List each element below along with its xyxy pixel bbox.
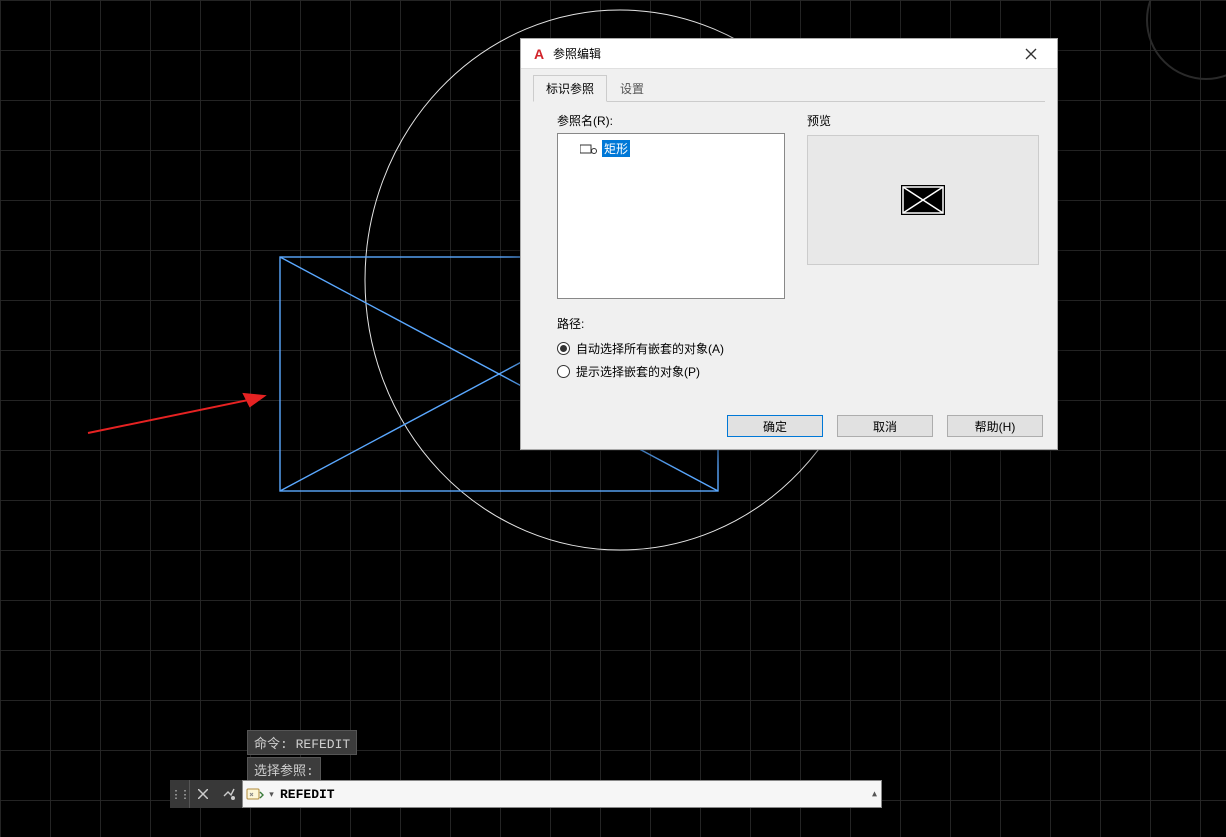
tab-settings[interactable]: 设置 [607, 75, 657, 102]
command-bar-drag-handle[interactable]: ⋮⋮ [170, 780, 190, 808]
tab-strip: 标识参照 设置 [521, 69, 1057, 102]
radio-prompt-label: 提示选择嵌套的对象(P) [576, 363, 700, 380]
radio-auto-label: 自动选择所有嵌套的对象(A) [576, 340, 724, 357]
close-button[interactable] [1011, 40, 1051, 68]
tree-item-rect[interactable]: 矩形 [564, 140, 778, 157]
command-history: 命令: REFEDIT 选择参照: [247, 730, 882, 784]
path-label: 路径: [521, 305, 1057, 340]
tree-item-label: 矩形 [602, 140, 630, 157]
ok-button[interactable]: 确定 [727, 415, 823, 437]
cancel-button[interactable]: 取消 [837, 415, 933, 437]
command-text: REFEDIT [276, 787, 881, 802]
history-line: 选择参照: [247, 757, 321, 782]
reference-tree[interactable]: 矩形 [557, 133, 785, 299]
command-prompt-icon [243, 781, 267, 807]
tab-identify-reference[interactable]: 标识参照 [533, 75, 607, 102]
command-customize-icon[interactable] [216, 780, 242, 808]
dialog-title: 参照编辑 [553, 45, 1011, 62]
block-icon [580, 142, 598, 156]
command-recent-dropdown-icon[interactable]: ▾ [267, 789, 276, 800]
dialog-titlebar[interactable]: A 参照编辑 [521, 39, 1057, 69]
radio-prompt-select[interactable]: 提示选择嵌套的对象(P) [557, 363, 1057, 380]
radio-auto-select[interactable]: 自动选择所有嵌套的对象(A) [557, 340, 1057, 357]
reference-name-label: 参照名(R): [557, 112, 785, 129]
preview-label: 预览 [807, 112, 1039, 129]
command-bar: ⋮⋮ ▾ REFEDIT ▴ [170, 780, 882, 808]
command-close-icon[interactable] [190, 780, 216, 808]
history-line: 命令: REFEDIT [247, 730, 357, 755]
radio-icon [557, 342, 570, 355]
help-button[interactable]: 帮助(H) [947, 415, 1043, 437]
radio-icon [557, 365, 570, 378]
refedit-dialog: A 参照编辑 标识参照 设置 参照名(R): [520, 38, 1058, 450]
command-input[interactable]: ▾ REFEDIT ▴ [242, 780, 882, 808]
preview-thumbnail [901, 185, 945, 215]
nesting-radio-group: 自动选择所有嵌套的对象(A) 提示选择嵌套的对象(P) [521, 340, 1057, 380]
close-icon [1025, 48, 1037, 60]
autocad-logo-icon: A [531, 46, 547, 62]
preview-panel [807, 135, 1039, 265]
command-autocomplete-dropdown-icon[interactable]: ▴ [872, 789, 877, 800]
dialog-button-row: 确定 取消 帮助(H) [727, 415, 1043, 437]
